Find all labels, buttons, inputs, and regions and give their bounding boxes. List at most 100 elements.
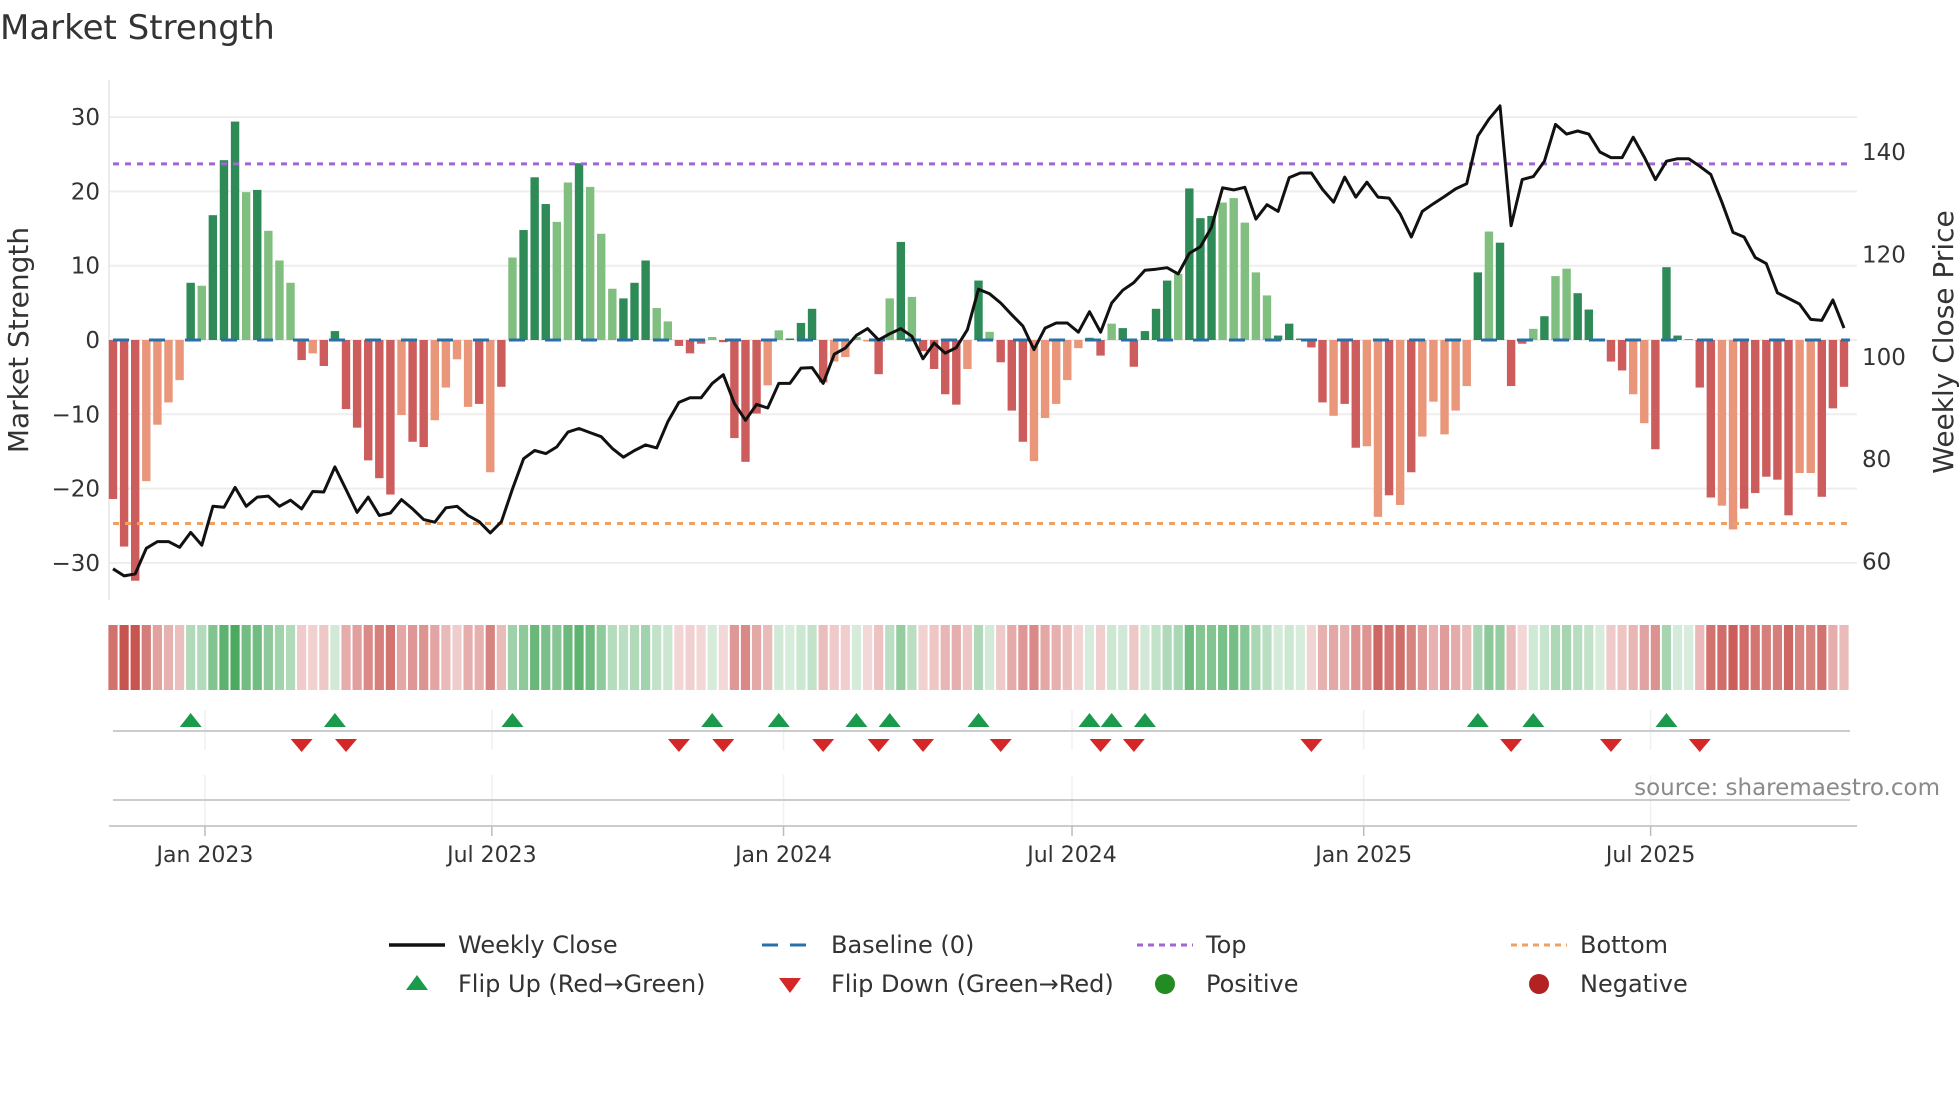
strip-cell: [1828, 625, 1838, 690]
market-strength-chart: Market Strength −30 −20 −10 0 10 20 30 60 80 100…: [0, 8, 1960, 998]
strength-bar: [685, 340, 695, 354]
legend-item: Baseline (0): [762, 931, 974, 959]
strength-bar: [1318, 340, 1327, 403]
strength-bar: [896, 241, 906, 340]
strength-bar: [108, 340, 118, 500]
strip-cell: [1728, 625, 1738, 690]
strip-cell: [1262, 625, 1272, 690]
strip-cell: [1806, 625, 1816, 690]
strip-cell: [607, 625, 617, 690]
strip-cell: [1073, 625, 1083, 690]
flip-up-marker: [501, 713, 524, 727]
legend-item: Top: [1137, 931, 1247, 959]
strength-bar: [1739, 340, 1749, 509]
strip-cell: [385, 625, 396, 690]
strength-bar: [352, 340, 362, 428]
strip-cell: [663, 625, 673, 690]
strength-bar: [119, 340, 129, 547]
strength-bar: [1140, 331, 1150, 340]
strip-cell: [840, 625, 850, 690]
strength-bar: [241, 192, 251, 340]
strip-cell: [452, 625, 462, 690]
strength-bar: [297, 340, 306, 361]
strip-cell: [1406, 625, 1416, 690]
strip-cell: [1229, 625, 1239, 690]
strip-cell: [1684, 625, 1694, 690]
strength-bar: [1063, 340, 1072, 381]
strength-bar: [963, 340, 972, 369]
strip-cell: [141, 625, 151, 690]
strength-bar: [1706, 340, 1716, 498]
strip-cell: [1650, 625, 1660, 690]
flip-down-marker: [1599, 739, 1622, 752]
strength-bar: [608, 288, 617, 340]
legend-label: Flip Up (Red→Green): [458, 970, 706, 998]
y-tick-label: 20: [71, 179, 100, 205]
flip-up-marker: [1466, 713, 1489, 727]
strength-bar: [319, 340, 329, 367]
strength-bar: [219, 160, 229, 340]
strength-bar: [397, 340, 406, 416]
strip-cell: [751, 625, 762, 690]
strip-cell: [1495, 625, 1505, 690]
strength-bar: [1362, 340, 1372, 447]
strip-cell: [507, 625, 518, 690]
strength-bar: [597, 233, 606, 340]
strength-bar: [619, 298, 628, 340]
legend-label: Weekly Close: [458, 931, 618, 959]
flip-down-marker: [667, 739, 690, 752]
strength-bar: [785, 338, 795, 340]
legend-item: Positive: [1155, 970, 1299, 998]
strip-cell: [818, 625, 828, 690]
strength-bar: [441, 340, 451, 388]
flip-down-marker: [1089, 739, 1112, 752]
strip-cell: [219, 625, 229, 690]
strip-cell: [685, 625, 695, 690]
strip-cell: [241, 625, 251, 690]
strip-cell: [996, 625, 1006, 690]
flip-down-marker: [1122, 739, 1145, 752]
strength-bar: [1551, 276, 1560, 340]
flip-down-marker: [1688, 739, 1711, 752]
strength-bar: [641, 260, 650, 340]
strength-bar: [541, 204, 550, 340]
strip-cell: [918, 625, 928, 690]
strip-cell: [1561, 625, 1572, 690]
strip-cell: [341, 625, 351, 690]
x-tick-label: Jul 2025: [1604, 843, 1696, 868]
y2-tick-label: 60: [1862, 550, 1891, 576]
strength-bar: [1762, 340, 1771, 477]
flip-markers: [179, 713, 1711, 752]
strip-cell: [274, 625, 285, 690]
y2-tick-label: 100: [1862, 345, 1906, 371]
strip-cell: [1395, 625, 1405, 690]
strip-cell: [1151, 625, 1161, 690]
strength-bar: [1484, 231, 1494, 340]
strength-heat-strip: [108, 625, 1849, 690]
y2-axis-title: Weekly Close Price: [1927, 210, 1960, 473]
flip-down-marker: [867, 739, 890, 752]
strength-bar: [486, 340, 495, 473]
strength-bar: [1628, 340, 1638, 395]
strip-cell: [574, 625, 584, 690]
strip-cell: [1029, 625, 1039, 690]
strength-bar: [1828, 340, 1838, 409]
strip-cell: [563, 625, 573, 690]
strip-cell: [1040, 625, 1050, 690]
strip-cell: [1218, 625, 1228, 690]
strength-bar: [1251, 272, 1261, 340]
strip-cell: [419, 625, 429, 690]
strength-bar: [430, 340, 439, 421]
flip-up-marker: [1078, 713, 1101, 727]
strip-cell: [951, 625, 961, 690]
strength-bar: [796, 322, 806, 340]
legend-item: Negative: [1529, 970, 1688, 998]
strength-bar: [474, 340, 484, 404]
strip-cell: [1051, 625, 1061, 690]
strength-bar: [1529, 328, 1538, 340]
x-gridlines: [204, 710, 1652, 826]
strength-bar: [230, 121, 240, 340]
flip-down-marker: [335, 739, 358, 752]
y-tick-label: 30: [71, 105, 100, 131]
strip-cell: [1118, 625, 1128, 690]
